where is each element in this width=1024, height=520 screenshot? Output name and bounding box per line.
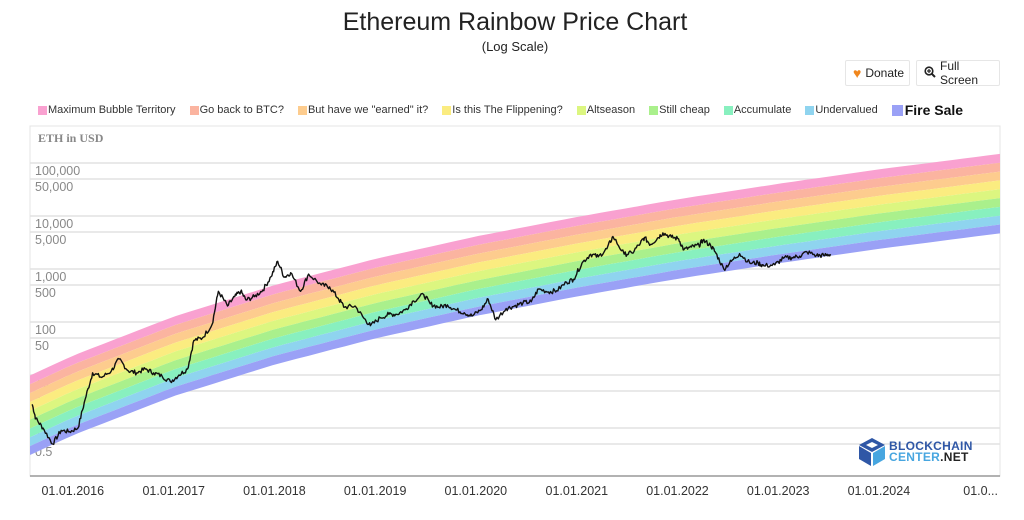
blockchaincenter-logo: BLOCKCHAIN CENTER.NET — [858, 437, 973, 467]
y-tick-label: 100,000 — [35, 164, 80, 178]
y-tick-label: 100 — [35, 323, 56, 337]
x-tick-label: 01.01.2016 — [41, 484, 104, 498]
y-axis-title: ETH in USD — [38, 131, 104, 145]
x-tick-label: 01.01.2022 — [646, 484, 709, 498]
logo-text-center: CENTER — [889, 450, 941, 464]
x-tick-label: 01.01.2019 — [344, 484, 407, 498]
y-tick-label: 50,000 — [35, 180, 73, 194]
y-tick-label: 5,000 — [35, 233, 66, 247]
y-tick-label: 500 — [35, 286, 56, 300]
y-tick-label: 50 — [35, 339, 49, 353]
x-tick-label: 01.01.2018 — [243, 484, 306, 498]
x-tick-label: 01.0... — [963, 484, 998, 498]
y-tick-label: 10,000 — [35, 217, 73, 231]
y-tick-label: 1,000 — [35, 270, 66, 284]
x-tick-label: 01.01.2021 — [546, 484, 609, 498]
x-tick-label: 01.01.2023 — [747, 484, 810, 498]
x-tick-label: 01.01.2024 — [848, 484, 911, 498]
x-tick-label: 01.01.2017 — [142, 484, 205, 498]
x-tick-label: 01.01.2020 — [445, 484, 508, 498]
logo-text-net: .NET — [940, 450, 969, 464]
cube-logo-icon — [859, 438, 885, 466]
